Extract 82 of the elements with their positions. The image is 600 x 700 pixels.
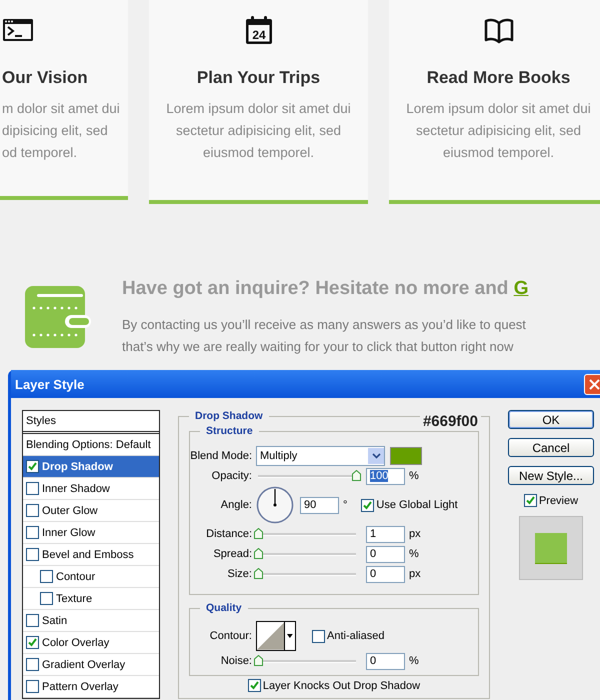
style-item[interactable]: Texture (23, 588, 159, 610)
style-item[interactable]: Satin (23, 610, 159, 632)
checkbox[interactable] (26, 680, 39, 693)
unit-label: px (409, 568, 421, 580)
slider-thumb[interactable] (254, 548, 263, 559)
wallet-icon (25, 286, 91, 348)
style-item[interactable]: Drop Shadow (23, 456, 159, 478)
checkbox-label: Preview (538, 494, 578, 506)
checkbox[interactable] (312, 630, 325, 642)
slider-thumb[interactable] (254, 528, 263, 539)
checkbox[interactable] (248, 679, 261, 692)
dialog-button[interactable]: Cancel (508, 438, 594, 457)
checkbox-label: Use Global Light (376, 499, 458, 511)
checkbox[interactable] (361, 498, 374, 512)
angle-dial[interactable] (256, 486, 294, 524)
checkbox[interactable] (40, 592, 53, 605)
unit-label: % (409, 470, 419, 482)
style-item[interactable]: Outer Glow (23, 500, 159, 522)
contour-picker[interactable] (256, 621, 296, 651)
checkbox[interactable] (26, 526, 39, 539)
field-label: Contour: (208, 630, 252, 642)
unit-label: ° (343, 499, 348, 511)
checkbox[interactable] (26, 548, 39, 561)
checkbox[interactable] (26, 504, 39, 517)
close-button[interactable] (584, 374, 600, 394)
checkbox[interactable] (40, 570, 53, 583)
color-swatch[interactable] (390, 447, 422, 465)
card-description: m dolor sit amet dui dipisicing elit, sed od temporel. (2, 100, 120, 162)
window-title: Layer Style (15, 376, 84, 392)
unit-label: % (409, 655, 419, 667)
slider-thumb[interactable] (254, 568, 263, 579)
number-field[interactable]: 1 (366, 526, 405, 542)
checkbox[interactable] (524, 494, 537, 507)
field-label: Blend Mode: (190, 450, 252, 462)
checkbox[interactable] (26, 482, 39, 495)
contour-curve-icon (257, 622, 284, 650)
style-item[interactable]: Inner Shadow (23, 478, 159, 500)
checkbox[interactable] (26, 636, 39, 649)
contact-heading: Have got an inquire? Hesitate no more and (122, 278, 508, 299)
checkbox[interactable] (26, 614, 39, 627)
preview-swatch (519, 516, 583, 580)
number-field[interactable]: 0 (366, 652, 405, 670)
caret-icon (284, 622, 295, 650)
field-label: Size: (226, 568, 252, 580)
field-label: Angle: (220, 499, 252, 511)
card-title: Read More Books (426, 67, 570, 89)
style-item[interactable]: Inner Glow (23, 522, 159, 544)
blend-mode-dropdown[interactable]: Multiply (256, 446, 385, 466)
checkbox[interactable] (26, 460, 39, 473)
unit-label: px (409, 528, 421, 540)
field-label: Noise: (220, 655, 252, 667)
style-item[interactable]: Color Overlay (23, 632, 159, 654)
field-label: Opacity: (210, 470, 252, 482)
style-item[interactable]: Pattern Overlay (23, 676, 159, 698)
number-field[interactable]: 0 (366, 566, 405, 582)
contact-paragraph: By contacting us you’ll receive as many answers as you’d like to quest that’s why we are really waiting for your to click that button right now (122, 316, 527, 356)
caret-icon (372, 453, 380, 459)
card-title: Our Vision (2, 67, 88, 89)
group-title: Drop Shadow (189, 410, 269, 422)
checkbox-label: Layer Knocks Out Drop Shadow (262, 680, 420, 692)
field-label: Distance: (205, 528, 252, 540)
number-field[interactable]: 100 (366, 468, 405, 484)
dialog-button[interactable]: New Style... (508, 466, 594, 485)
card-description: Lorem ipsum dolor sit amet dui sectetur adipisicing elit, sed eiusmod temporel. (406, 100, 591, 162)
card-description: Lorem ipsum dolor sit amet dui sectetur adipisicing elit, sed eiusmod temporel. (166, 100, 351, 162)
style-item[interactable]: Gradient Overlay (23, 654, 159, 676)
field-label: Spread: (212, 548, 252, 560)
style-item[interactable]: Bevel and Emboss (23, 544, 159, 566)
number-field[interactable]: 0 (366, 546, 405, 562)
checkbox-label: Anti-aliased (327, 630, 384, 642)
card-title: Plan Your Trips (196, 67, 320, 89)
dialog-button[interactable]: OK (508, 410, 594, 429)
checkbox[interactable] (26, 658, 39, 671)
style-item[interactable]: Contour (23, 566, 159, 588)
list-header: Styles (23, 411, 159, 434)
slider-thumb[interactable] (352, 470, 361, 481)
group-title: Quality (200, 602, 248, 614)
slider-thumb[interactable] (254, 655, 263, 666)
number-field[interactable]: 90 (300, 496, 339, 514)
group-title: Structure (200, 425, 259, 437)
unit-label: % (409, 548, 419, 560)
close-icon (589, 378, 600, 390)
